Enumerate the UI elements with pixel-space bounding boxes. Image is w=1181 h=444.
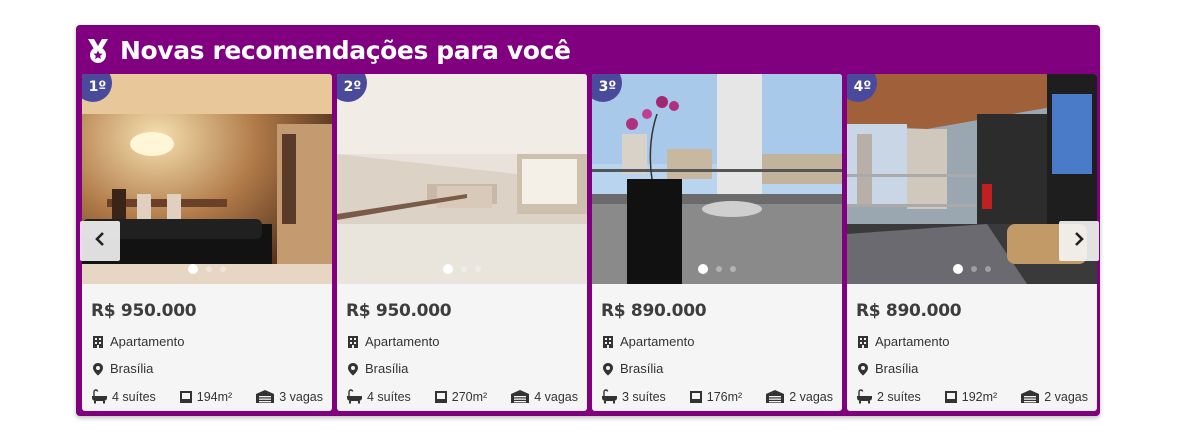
- carousel-prev-button[interactable]: [80, 221, 120, 261]
- building-icon: [856, 335, 870, 349]
- bathtub-icon: [346, 389, 363, 404]
- photo-pagination: [82, 264, 332, 274]
- area-icon: [944, 390, 958, 404]
- property-type-label: Apartamento: [110, 334, 185, 349]
- feature-suites: 4 suítes: [91, 389, 156, 404]
- recommendations-panel: Novas recomendações para você 1º R$ 950.…: [76, 25, 1100, 416]
- building-icon: [346, 335, 360, 349]
- pagination-dot[interactable]: [971, 266, 977, 272]
- feature-garage: 3 vagas: [255, 389, 323, 404]
- bathtub-icon: [601, 389, 618, 404]
- pagination-dot[interactable]: [698, 264, 708, 274]
- location-pin-icon: [91, 362, 105, 376]
- listing-photo[interactable]: 2º: [337, 74, 587, 284]
- garage-icon: [765, 389, 785, 404]
- feature-area: 192m²: [944, 390, 997, 404]
- garage-icon: [510, 389, 530, 404]
- feature-area: 194m²: [179, 390, 232, 404]
- building-icon: [601, 335, 615, 349]
- feature-garage: 2 vagas: [1020, 389, 1088, 404]
- medal-icon: [85, 38, 111, 64]
- listing-carousel: 1º R$ 950.000 Apartamento Brasília 4 suí…: [80, 74, 1099, 411]
- chevron-right-icon: [1072, 231, 1086, 252]
- property-location: Brasília: [601, 361, 833, 376]
- panel-title: Novas recomendações para você: [120, 36, 571, 65]
- property-location: Brasília: [856, 361, 1088, 376]
- property-city-label: Brasília: [620, 361, 664, 376]
- feature-garage: 4 vagas: [510, 389, 578, 404]
- location-pin-icon: [601, 362, 615, 376]
- location-pin-icon: [346, 362, 360, 376]
- feature-area: 176m²: [689, 390, 742, 404]
- property-type-label: Apartamento: [620, 334, 695, 349]
- photo-pagination: [592, 264, 842, 274]
- feature-garage: 2 vagas: [765, 389, 833, 404]
- property-type: Apartamento: [601, 334, 833, 349]
- garage-icon: [1020, 389, 1040, 404]
- property-features: 4 suítes 270m² 4 vagas: [346, 389, 578, 404]
- feature-area: 270m²: [434, 390, 487, 404]
- listing-price: R$ 950.000: [91, 301, 197, 321]
- listing-photo[interactable]: 3º: [592, 74, 842, 284]
- property-features: 2 suítes 192m² 2 vagas: [856, 389, 1088, 404]
- area-icon: [689, 390, 703, 404]
- pagination-dot[interactable]: [461, 266, 467, 272]
- property-type: Apartamento: [856, 334, 1088, 349]
- pagination-dot[interactable]: [730, 266, 736, 272]
- listing-price: R$ 890.000: [601, 301, 707, 321]
- listing-card[interactable]: 2º R$ 950.000 Apartamento Brasília 4 suí…: [337, 74, 587, 411]
- panel-header: Novas recomendações para você: [77, 26, 1099, 75]
- pagination-dot[interactable]: [716, 266, 722, 272]
- property-type: Apartamento: [91, 334, 323, 349]
- pagination-dot[interactable]: [443, 264, 453, 274]
- property-type: Apartamento: [346, 334, 578, 349]
- carousel-next-button[interactable]: [1059, 221, 1099, 261]
- pagination-dot[interactable]: [220, 266, 226, 272]
- property-location: Brasília: [346, 361, 578, 376]
- garage-icon: [255, 389, 275, 404]
- listing-price: R$ 950.000: [346, 301, 452, 321]
- area-icon: [179, 390, 193, 404]
- bathtub-icon: [91, 389, 108, 404]
- listing-card[interactable]: 3º R$ 890.000 Apartamento Brasília 3 suí…: [592, 74, 842, 411]
- property-features: 4 suítes 194m² 3 vagas: [91, 389, 323, 404]
- property-features: 3 suítes 176m² 2 vagas: [601, 389, 833, 404]
- pagination-dot[interactable]: [953, 264, 963, 274]
- pagination-dot[interactable]: [985, 266, 991, 272]
- property-type-label: Apartamento: [365, 334, 440, 349]
- photo-pagination: [337, 264, 587, 274]
- property-city-label: Brasília: [875, 361, 919, 376]
- chevron-left-icon: [93, 231, 107, 252]
- property-city-label: Brasília: [365, 361, 409, 376]
- building-icon: [91, 335, 105, 349]
- property-type-label: Apartamento: [875, 334, 950, 349]
- area-icon: [434, 390, 448, 404]
- feature-suites: 2 suítes: [856, 389, 921, 404]
- bathtub-icon: [856, 389, 873, 404]
- listing-price: R$ 890.000: [856, 301, 962, 321]
- property-location: Brasília: [91, 361, 323, 376]
- photo-pagination: [847, 264, 1097, 274]
- property-city-label: Brasília: [110, 361, 154, 376]
- location-pin-icon: [856, 362, 870, 376]
- pagination-dot[interactable]: [206, 266, 212, 272]
- pagination-dot[interactable]: [475, 266, 481, 272]
- feature-suites: 4 suítes: [346, 389, 411, 404]
- feature-suites: 3 suítes: [601, 389, 666, 404]
- pagination-dot[interactable]: [188, 264, 198, 274]
